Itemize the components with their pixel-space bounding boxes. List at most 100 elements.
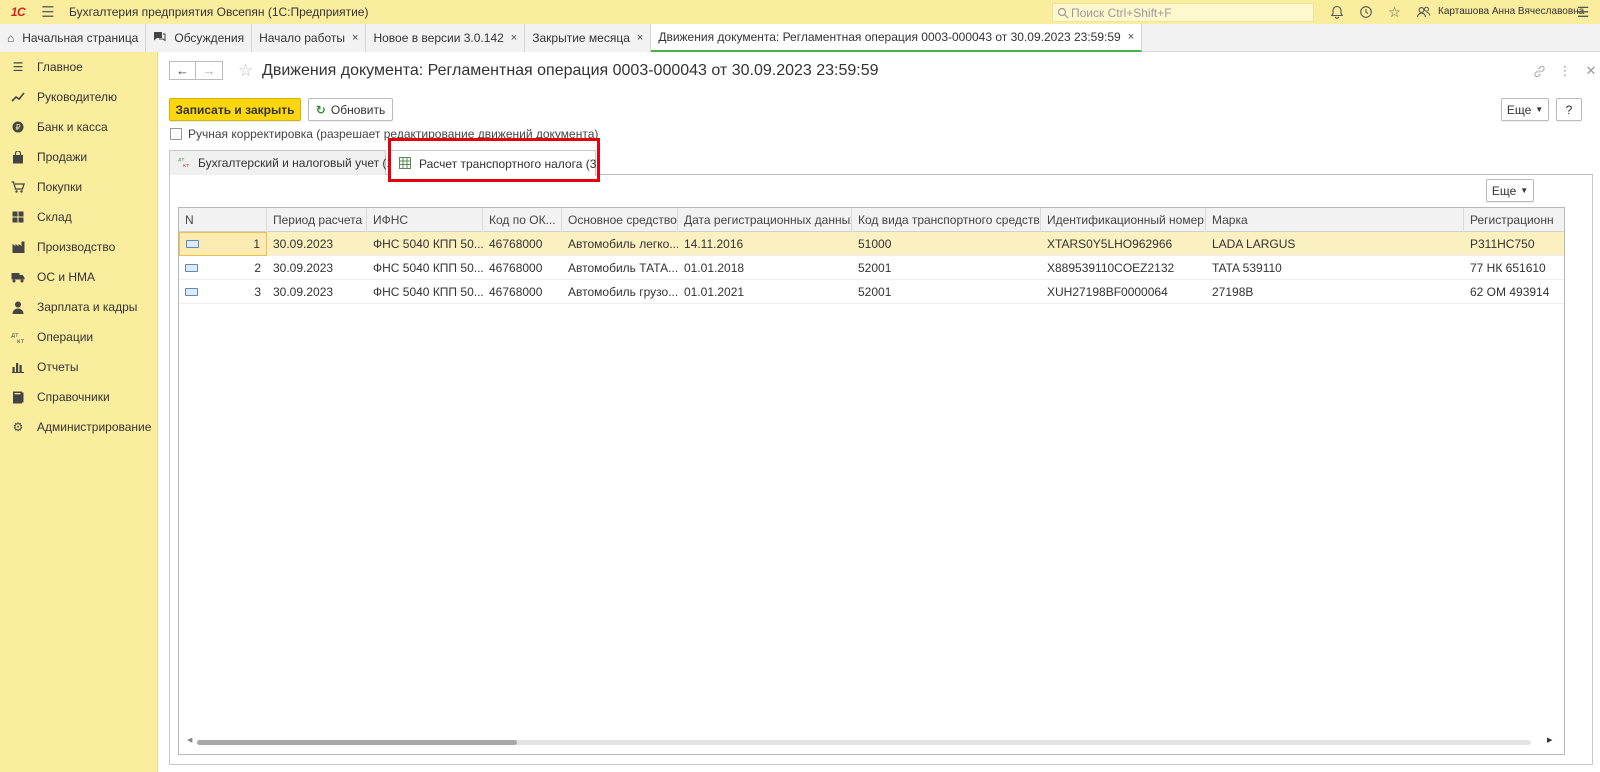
inner-tabs: дт кт Бухгалтерский и налоговый учет (1) … [169,150,1593,176]
record-icon [185,264,198,272]
record-icon [185,288,198,296]
svg-text:₽: ₽ [15,123,20,132]
table-row[interactable]: 1 30.09.2023 ФНС 5040 КПП 50... 46768000… [179,232,1564,256]
sidebar-item-warehouse[interactable]: Склад [0,202,157,232]
tab-whats-new[interactable]: Новое в версии 3.0.142 × [366,24,526,52]
bar-chart-icon [11,360,25,374]
svg-text:кт: кт [17,338,25,344]
sidebar-item-fixed-assets[interactable]: ОС и НМА [0,262,157,292]
table-more-button[interactable]: Еще ▼ [1486,179,1534,202]
open-tabs-bar: ⌂ Начальная страница Обсуждения Начало р… [0,24,1600,52]
top-bar: 1С ☰ Бухгалтерия предприятия Овсепян (1С… [0,0,1600,24]
table-row[interactable]: 2 30.09.2023 ФНС 5040 КПП 50... 46768000… [179,256,1564,280]
arrow-left-icon: ← [176,63,189,78]
column-header[interactable]: Код по ОК... [483,208,562,232]
tab-getting-started[interactable]: Начало работы × [252,24,367,52]
favorite-star-icon[interactable]: ☆ [238,61,253,80]
search-input[interactable]: Поиск Ctrl+Shift+F [1052,3,1314,22]
cart-icon [11,180,25,194]
book-icon [11,390,25,404]
arrow-right-icon: → [202,63,216,78]
factory-icon [11,240,25,254]
sidebar-item-manager[interactable]: Руководителю [0,82,157,112]
close-icon[interactable]: × [352,32,358,44]
dropdown-icon: ▼ [1535,105,1544,114]
column-header[interactable]: N [179,208,267,232]
trend-icon [11,90,25,104]
svg-text:кт: кт [183,163,189,168]
more-button[interactable]: Еще ▼ [1501,98,1549,121]
star-icon[interactable]: ☆ [1380,0,1409,24]
column-header[interactable]: Код вида транспортного средства [852,208,1041,232]
sidebar-item-sales[interactable]: Продажи [0,142,157,172]
scroll-right-icon[interactable]: ▶ [1547,736,1552,744]
gear-icon: ⚙ [12,420,24,434]
dt-kt-icon: дт кт [11,330,25,344]
sidebar-item-reports[interactable]: Отчеты [0,352,157,382]
ruble-icon: ₽ [11,120,25,134]
sidebar: ☰ Главное Руководителю ₽ Банк и касса Прод… [0,52,158,772]
more-icon[interactable]: ☰ [1572,0,1594,24]
list-icon: ☰ [12,60,24,74]
column-header[interactable]: Идентификационный номер [1041,208,1206,232]
search-icon [1057,7,1069,18]
table-header: N Период расчета ИФНС Код по ОК... Основ… [179,208,1564,232]
transport-tax-table: N Период расчета ИФНС Код по ОК... Основ… [178,207,1565,755]
save-and-close-button[interactable]: Записать и закрыть [169,98,301,121]
refresh-icon: ↻ [315,102,326,117]
column-header[interactable]: Марка [1206,208,1464,232]
bell-icon[interactable] [1322,0,1351,24]
table-row[interactable]: 3 30.09.2023 ФНС 5040 КПП 50... 46768000… [179,280,1564,304]
history-icon[interactable] [1351,0,1380,24]
person-icon [11,300,25,314]
tab-discussions[interactable]: Обсуждения [146,24,253,52]
tab-month-closing[interactable]: Закрытие месяца × [525,24,652,52]
help-button[interactable]: ? [1556,98,1582,121]
record-icon [186,240,199,248]
refresh-button[interactable]: ↻ Обновить [308,98,393,121]
close-icon[interactable]: × [637,32,643,44]
manual-edit-checkbox[interactable] [170,128,182,140]
close-window-icon[interactable]: ✕ [1578,61,1600,81]
app-title: Бухгалтерия предприятия Овсепян (1С:Пред… [69,5,369,19]
truck-icon [11,270,25,284]
sidebar-item-purchases[interactable]: Покупки [0,172,157,202]
forward-button[interactable]: → [196,61,223,80]
tab-home[interactable]: ⌂ Начальная страница [0,24,147,52]
more-vertical-icon[interactable]: ⋮ [1552,61,1578,81]
chat-icon [153,31,166,46]
document-form: ← → ☆ Движения документа: Регламентная о… [158,52,1600,772]
link-icon[interactable] [1526,61,1552,81]
sidebar-item-administration[interactable]: ⚙ Администрирование [0,412,157,442]
search-placeholder: Поиск Ctrl+Shift+F [1071,5,1172,20]
horizontal-scrollbar[interactable]: ◀ ▶ [187,736,1557,746]
sidebar-item-production[interactable]: Производство [0,232,157,262]
column-header[interactable]: ИФНС [367,208,483,232]
back-button[interactable]: ← [169,61,196,80]
users-icon[interactable] [1409,0,1438,24]
tab-accounting[interactable]: дт кт Бухгалтерский и налоговый учет (1) [169,150,397,175]
user-name[interactable]: Карташова Анна Вячеславовна [1438,0,1584,24]
sidebar-item-main[interactable]: ☰ Главное [0,52,157,82]
scroll-left-icon[interactable]: ◀ [187,736,192,744]
tab-document-movements[interactable]: Движения документа: Регламентная операци… [651,24,1143,52]
close-icon[interactable]: × [511,32,517,44]
sidebar-item-payroll[interactable]: Зарплата и кадры [0,292,157,322]
dt-kt-icon: дт кт [178,156,190,170]
page-title: Движения документа: Регламентная операци… [262,62,879,79]
scrollbar-thumb[interactable] [197,740,517,745]
sidebar-item-catalogs[interactable]: Справочники [0,382,157,412]
sidebar-item-operations[interactable]: дт кт Операции [0,322,157,352]
column-header[interactable]: Период расчета [267,208,367,232]
home-icon: ⌂ [7,31,15,45]
dropdown-icon: ▼ [1520,186,1529,195]
close-icon[interactable]: × [1128,31,1134,43]
column-header[interactable]: Регистрационн [1464,208,1564,232]
sidebar-item-bank[interactable]: ₽ Банк и касса [0,112,157,142]
grid-icon [11,210,25,224]
column-header[interactable]: Основное средство [562,208,678,232]
column-header[interactable]: Дата регистрационных данных [678,208,852,232]
app-logo[interactable]: 1С [3,0,33,24]
menu-icon[interactable]: ☰ [33,0,63,24]
bag-icon [11,150,25,164]
